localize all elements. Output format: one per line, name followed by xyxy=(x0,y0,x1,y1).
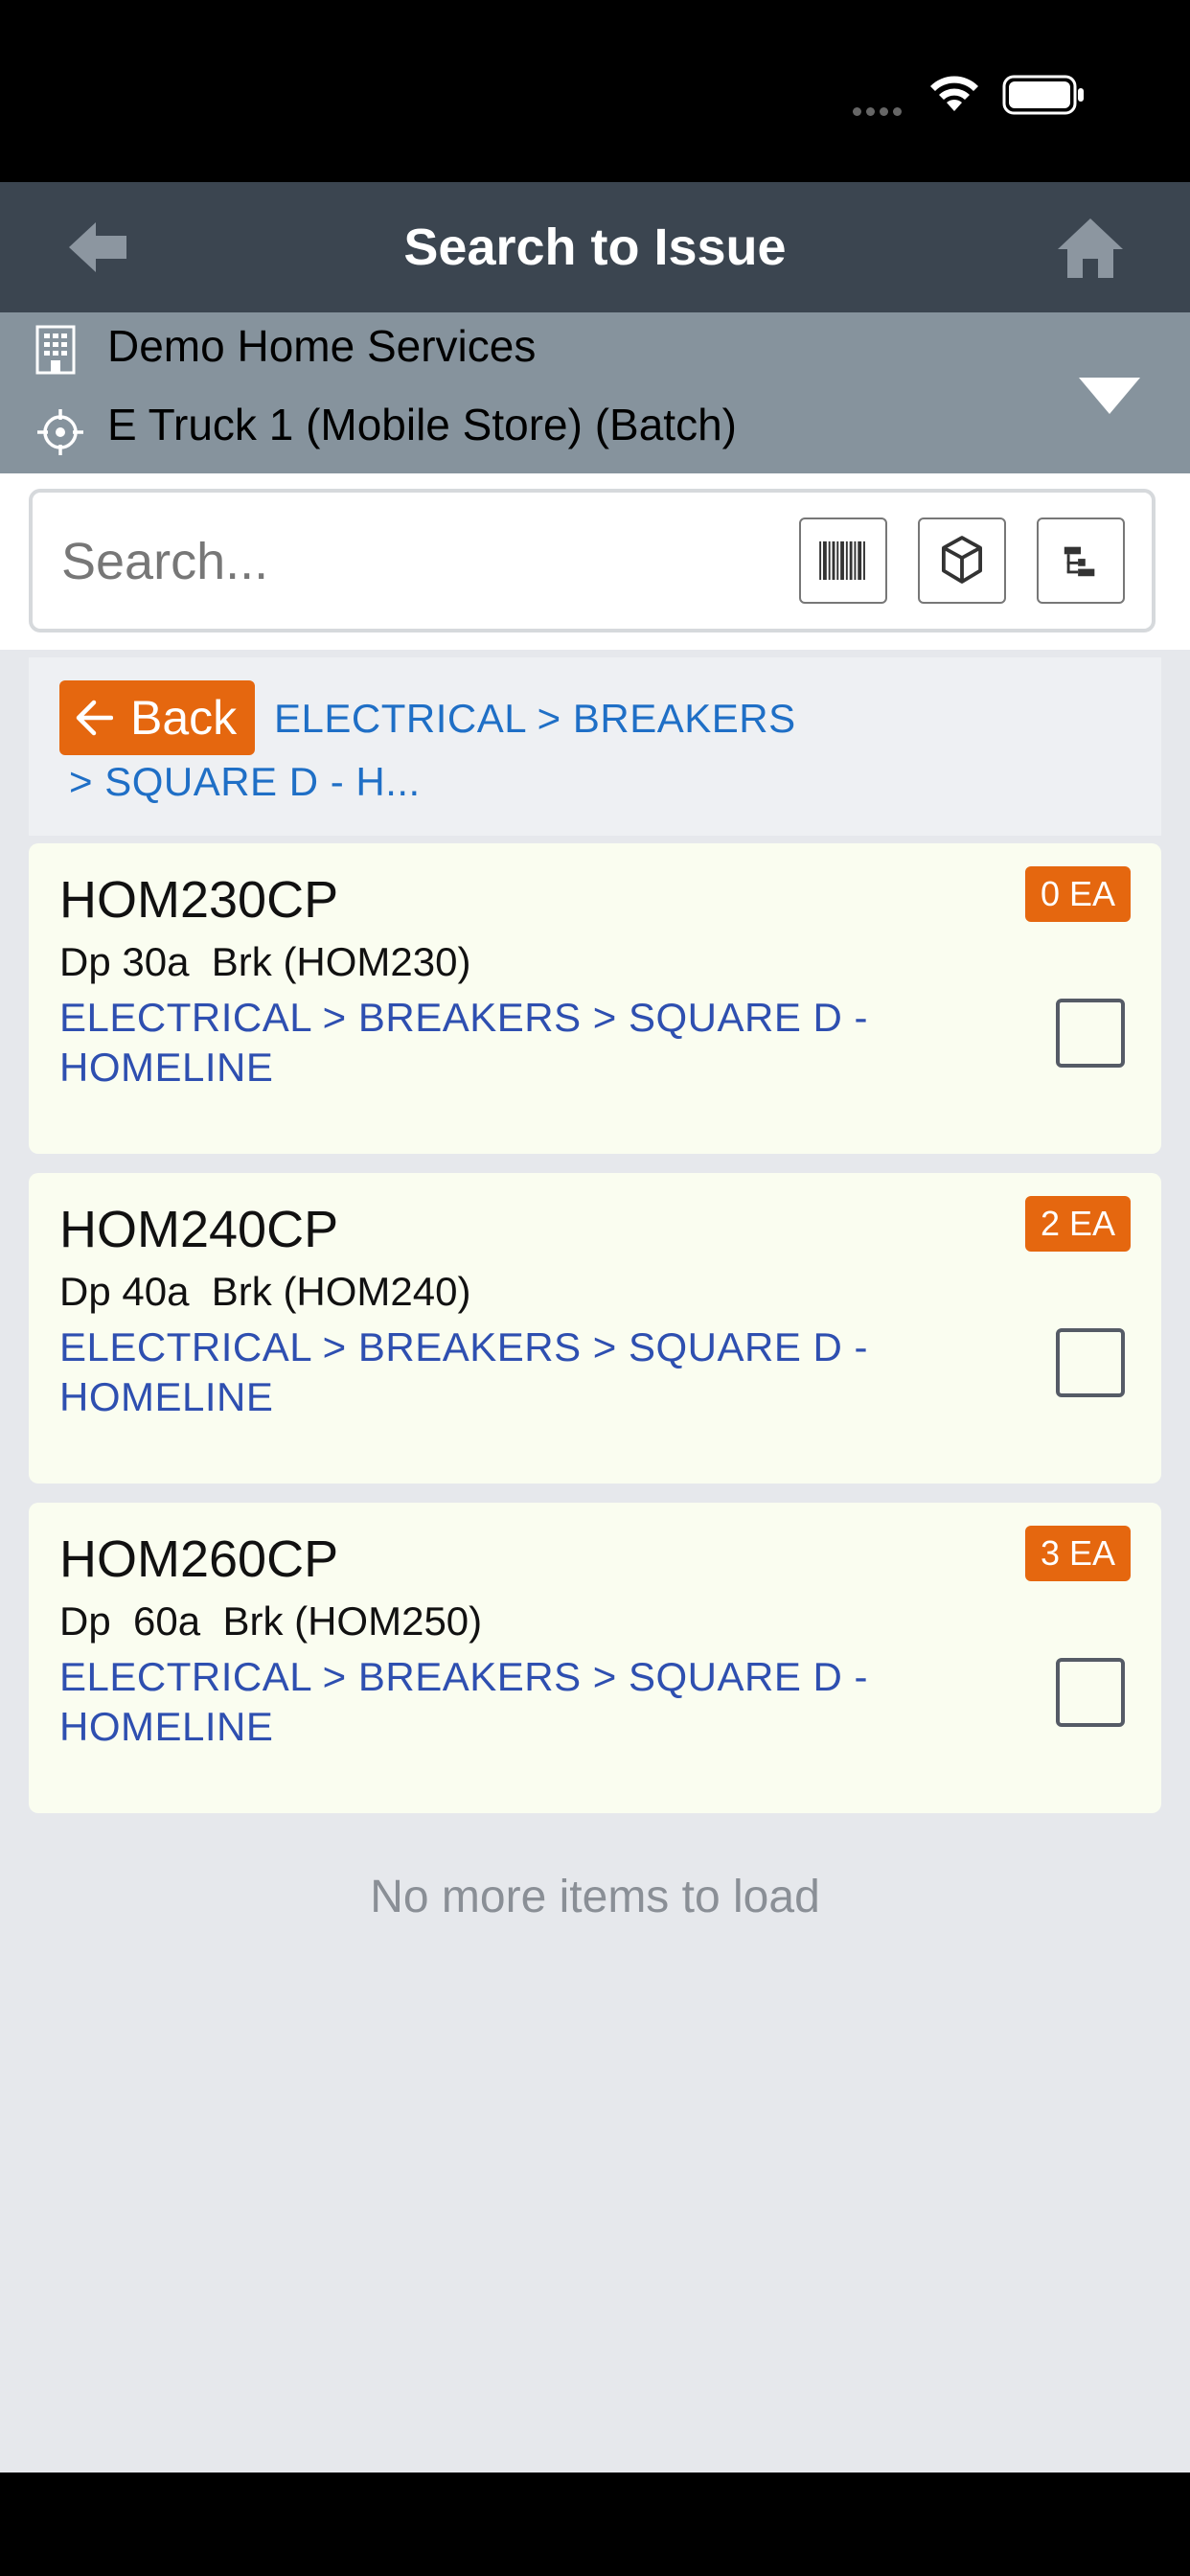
back-button[interactable]: Back xyxy=(59,680,255,755)
status-time: 11:14 xyxy=(161,66,296,124)
item-checkbox[interactable] xyxy=(1056,1328,1125,1397)
breadcrumb-path-continued[interactable]: > SQUARE D - H... xyxy=(69,759,421,805)
hierarchy-icon xyxy=(1064,546,1095,577)
item-checkbox[interactable] xyxy=(1056,1658,1125,1727)
quantity-badge: 0 EA xyxy=(1024,866,1131,922)
page-title: Search to Issue xyxy=(403,218,787,276)
box-search-button[interactable] xyxy=(918,518,1006,604)
back-button-label: Back xyxy=(130,691,238,745)
item-description: Dp 60a Brk (HOM250) xyxy=(59,1598,483,1644)
wifi-icon xyxy=(930,76,978,111)
crosshair-icon xyxy=(37,409,83,455)
item-name: HOM230CP xyxy=(59,871,339,929)
building-icon xyxy=(35,325,76,375)
barcode-scan-button[interactable] xyxy=(799,518,887,604)
item-name: HOM240CP xyxy=(59,1201,339,1258)
company-name: Demo Home Services xyxy=(107,321,537,371)
item-card[interactable]: HOM240CP Dp 40a Brk (HOM240) ELECTRICAL … xyxy=(29,1173,1161,1484)
item-category-path: ELECTRICAL > BREAKERS > SQUARE D - HOMEL… xyxy=(59,1654,869,1749)
category-tree-button[interactable] xyxy=(1037,518,1125,604)
arrow-left-icon xyxy=(76,700,113,736)
search-input[interactable] xyxy=(59,518,753,606)
item-card[interactable]: HOM260CP Dp 60a Brk (HOM250) ELECTRICAL … xyxy=(29,1503,1161,1813)
signal-dots-icon xyxy=(853,104,906,121)
barcode-icon xyxy=(819,540,865,581)
no-more-items-message: No more items to load xyxy=(370,1872,820,1922)
item-category-path: ELECTRICAL > BREAKERS > SQUARE D - HOMEL… xyxy=(59,995,869,1090)
item-name: HOM260CP xyxy=(59,1530,339,1588)
home-icon[interactable] xyxy=(1056,217,1125,280)
quantity-badge: 2 EA xyxy=(1024,1196,1131,1252)
item-description: Dp 30a Brk (HOM230) xyxy=(59,939,471,984)
item-category-path: ELECTRICAL > BREAKERS > SQUARE D - HOMEL… xyxy=(59,1324,869,1419)
quantity-badge: 3 EA xyxy=(1024,1526,1131,1581)
item-card[interactable]: HOM230CP Dp 30a Brk (HOM230) ELECTRICAL … xyxy=(29,843,1161,1154)
battery-icon xyxy=(1002,75,1084,115)
home-indicator-area xyxy=(0,2472,1190,2576)
chevron-down-icon[interactable] xyxy=(1077,376,1142,416)
store-name: E Truck 1 (Mobile Store) (Batch) xyxy=(107,400,737,449)
item-checkbox[interactable] xyxy=(1056,999,1125,1068)
box-icon xyxy=(941,536,983,584)
breadcrumb-path[interactable]: ELECTRICAL > BREAKERS xyxy=(274,696,796,742)
item-description: Dp 40a Brk (HOM240) xyxy=(59,1269,471,1314)
